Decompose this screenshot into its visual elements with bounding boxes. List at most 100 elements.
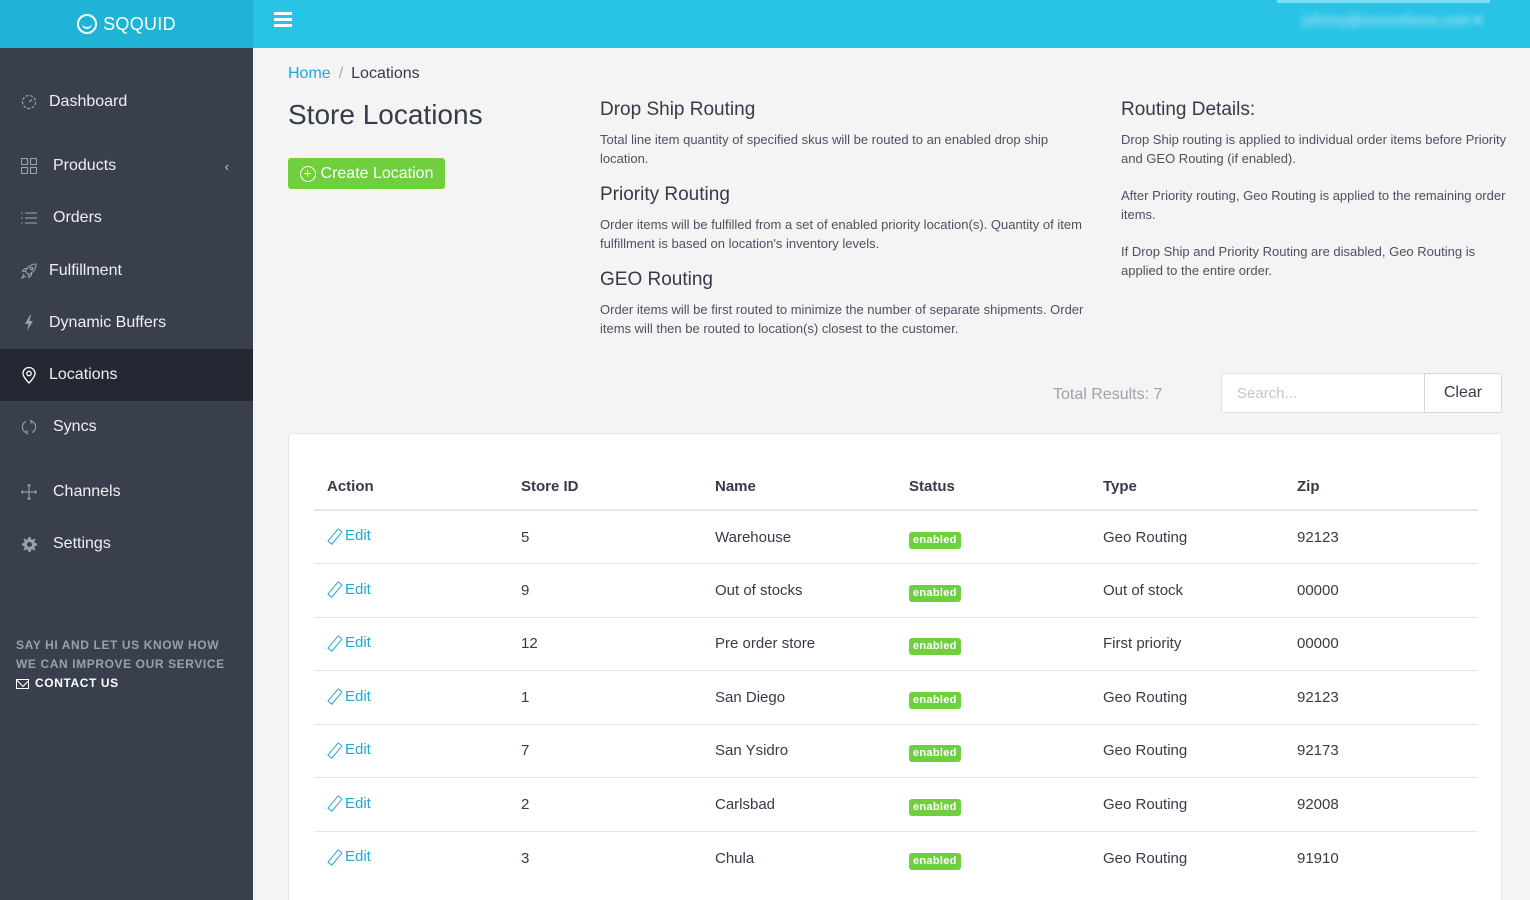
status-badge: enabled	[909, 852, 961, 870]
sidebar-item-channels[interactable]: Channels	[0, 466, 253, 518]
contact-us-label: CONTACT US	[35, 676, 119, 690]
feedback-text: SAY HI AND LET US KNOW HOW	[16, 638, 220, 652]
edit-link[interactable]: Edit	[327, 581, 371, 598]
edit-link[interactable]: Edit	[327, 795, 371, 812]
drop-ship-title: Drop Ship Routing	[600, 99, 756, 120]
action-cell: Edit	[314, 510, 508, 564]
status-badge: enabled	[909, 584, 961, 602]
column-header-store-id[interactable]: Store ID	[508, 464, 702, 511]
edit-link[interactable]: Edit	[327, 527, 371, 544]
sidebar-item-syncs[interactable]: Syncs	[0, 401, 253, 453]
name-cell: Out of stocks	[702, 563, 896, 618]
drop-ship-text: Total line item quantity of specified sk…	[600, 132, 1049, 166]
type-cell: Geo Routing	[1090, 777, 1284, 832]
pencil-icon	[327, 850, 341, 864]
status-cell: enabled	[896, 724, 1090, 778]
edit-label: Edit	[345, 741, 371, 758]
sidebar-item-settings[interactable]: Settings	[0, 518, 253, 570]
edit-link[interactable]: Edit	[327, 688, 371, 705]
drop-ship-routing: Drop Ship Routing Total line item quanti…	[600, 99, 1100, 168]
routing-details-text: After Priority routing, Geo Routing is a…	[1121, 188, 1506, 222]
name-cell: Chula	[715, 849, 755, 867]
zip-cell: 91910	[1297, 849, 1339, 867]
priority-text: Order items will be fulfilled from a set…	[600, 217, 1082, 251]
contact-us-link[interactable]: CONTACT US	[16, 674, 225, 693]
type-cell: First priority	[1090, 617, 1284, 671]
sidebar-item-label: Fulfillment	[49, 262, 122, 279]
page-title: Store Locations	[288, 99, 483, 130]
action-cell: Edit	[314, 831, 508, 885]
menu-toggle-icon[interactable]	[274, 12, 292, 28]
rocket-icon	[20, 262, 38, 280]
sidebar-item-label: Syncs	[53, 418, 97, 435]
type-cell: Out of stock	[1090, 563, 1284, 618]
status-badge: enabled	[909, 798, 961, 816]
map-pin-icon	[20, 366, 38, 384]
zip-cell: 92123	[1284, 510, 1478, 564]
status-cell: enabled	[896, 563, 1090, 618]
locations-card: Action Store ID Name Status Type Zip Edi…	[288, 433, 1502, 900]
column-header-status[interactable]: Status	[896, 464, 1090, 511]
sidebar-item-label: Orders	[53, 209, 102, 226]
edit-link[interactable]: Edit	[327, 741, 371, 758]
edit-link[interactable]: Edit	[327, 634, 371, 651]
table-row: Edit 7 San Ysidro enabled Geo Routing 92…	[314, 724, 1478, 778]
action-cell: Edit	[314, 617, 508, 671]
type-cell: Geo Routing	[1090, 724, 1284, 778]
table-row: Edit 1 San Diego enabled Geo Routing 921…	[314, 670, 1478, 725]
sidebar-item-orders[interactable]: Orders	[0, 192, 253, 244]
sidebar-item-locations[interactable]: Locations	[0, 349, 253, 401]
name-cell: San Ysidro	[702, 724, 896, 778]
topbar: johnny@soccerboss.com ▾	[253, 0, 1530, 48]
dashboard-icon	[20, 93, 38, 111]
clear-button[interactable]: Clear	[1424, 373, 1502, 413]
sidebar: SQQUID Dashboard Products ‹ Orders Fulfi…	[0, 0, 253, 900]
create-location-button[interactable]: Create Location	[288, 158, 445, 189]
column-header-zip[interactable]: Zip	[1284, 464, 1478, 511]
sidebar-item-label: Products	[53, 157, 117, 174]
status-badge: enabled	[909, 638, 961, 656]
pencil-icon	[327, 636, 341, 650]
sidebar-item-fulfillment[interactable]: Fulfillment	[0, 245, 253, 297]
store-id-cell: 7	[508, 724, 702, 778]
sidebar-item-products[interactable]: Products ‹	[0, 140, 253, 192]
edit-label: Edit	[345, 527, 371, 545]
sidebar-item-label: Dynamic Buffers	[49, 314, 167, 331]
type-cell: Geo Routing	[1090, 670, 1284, 725]
breadcrumb-current: Locations	[351, 65, 420, 82]
status-cell: enabled	[896, 777, 1090, 832]
pencil-icon	[327, 796, 341, 810]
action-cell: Edit	[314, 670, 508, 725]
feedback-section: SAY HI AND LET US KNOW HOW WE CAN IMPROV…	[16, 636, 225, 693]
total-results: Total Results: 7	[1053, 386, 1163, 403]
sidebar-item-dashboard[interactable]: Dashboard	[0, 76, 253, 128]
store-id-cell: 1	[508, 670, 702, 725]
search-input[interactable]	[1221, 373, 1425, 413]
edit-link[interactable]: Edit	[327, 848, 371, 865]
sidebar-item-label: Channels	[53, 483, 121, 500]
geo-routing: GEO Routing Order items will be first ro…	[600, 269, 1100, 338]
sidebar-item-label: Locations	[49, 366, 118, 383]
routing-details: Routing Details: Drop Ship routing is ap…	[1121, 99, 1511, 280]
name-cell: Warehouse	[702, 510, 896, 564]
breadcrumb-home[interactable]: Home	[288, 65, 331, 82]
action-cell: Edit	[314, 563, 508, 618]
sidebar-item-dynamic-buffers[interactable]: Dynamic Buffers	[0, 297, 253, 349]
status-cell: enabled	[896, 617, 1090, 671]
pencil-icon	[327, 582, 341, 596]
grid-icon	[20, 157, 38, 175]
brand-logo[interactable]: SQQUID	[0, 0, 253, 48]
name-cell: Pre order store	[702, 617, 896, 671]
action-cell: Edit	[314, 724, 508, 778]
user-menu[interactable]: johnny@soccerboss.com ▾	[1303, 11, 1483, 29]
table-row: Edit 2 Carlsbad enabled Geo Routing 9200…	[314, 777, 1478, 832]
brand-name: SQQUID	[103, 13, 176, 34]
status-cell: enabled	[896, 510, 1090, 564]
column-header-name[interactable]: Name	[702, 464, 896, 511]
edit-label: Edit	[345, 580, 371, 598]
column-header-action[interactable]: Action	[314, 464, 508, 511]
column-header-type[interactable]: Type	[1090, 464, 1284, 511]
action-cell: Edit	[314, 777, 508, 832]
sidebar-item-label: Settings	[53, 535, 111, 552]
store-id-cell: 5	[508, 510, 702, 564]
